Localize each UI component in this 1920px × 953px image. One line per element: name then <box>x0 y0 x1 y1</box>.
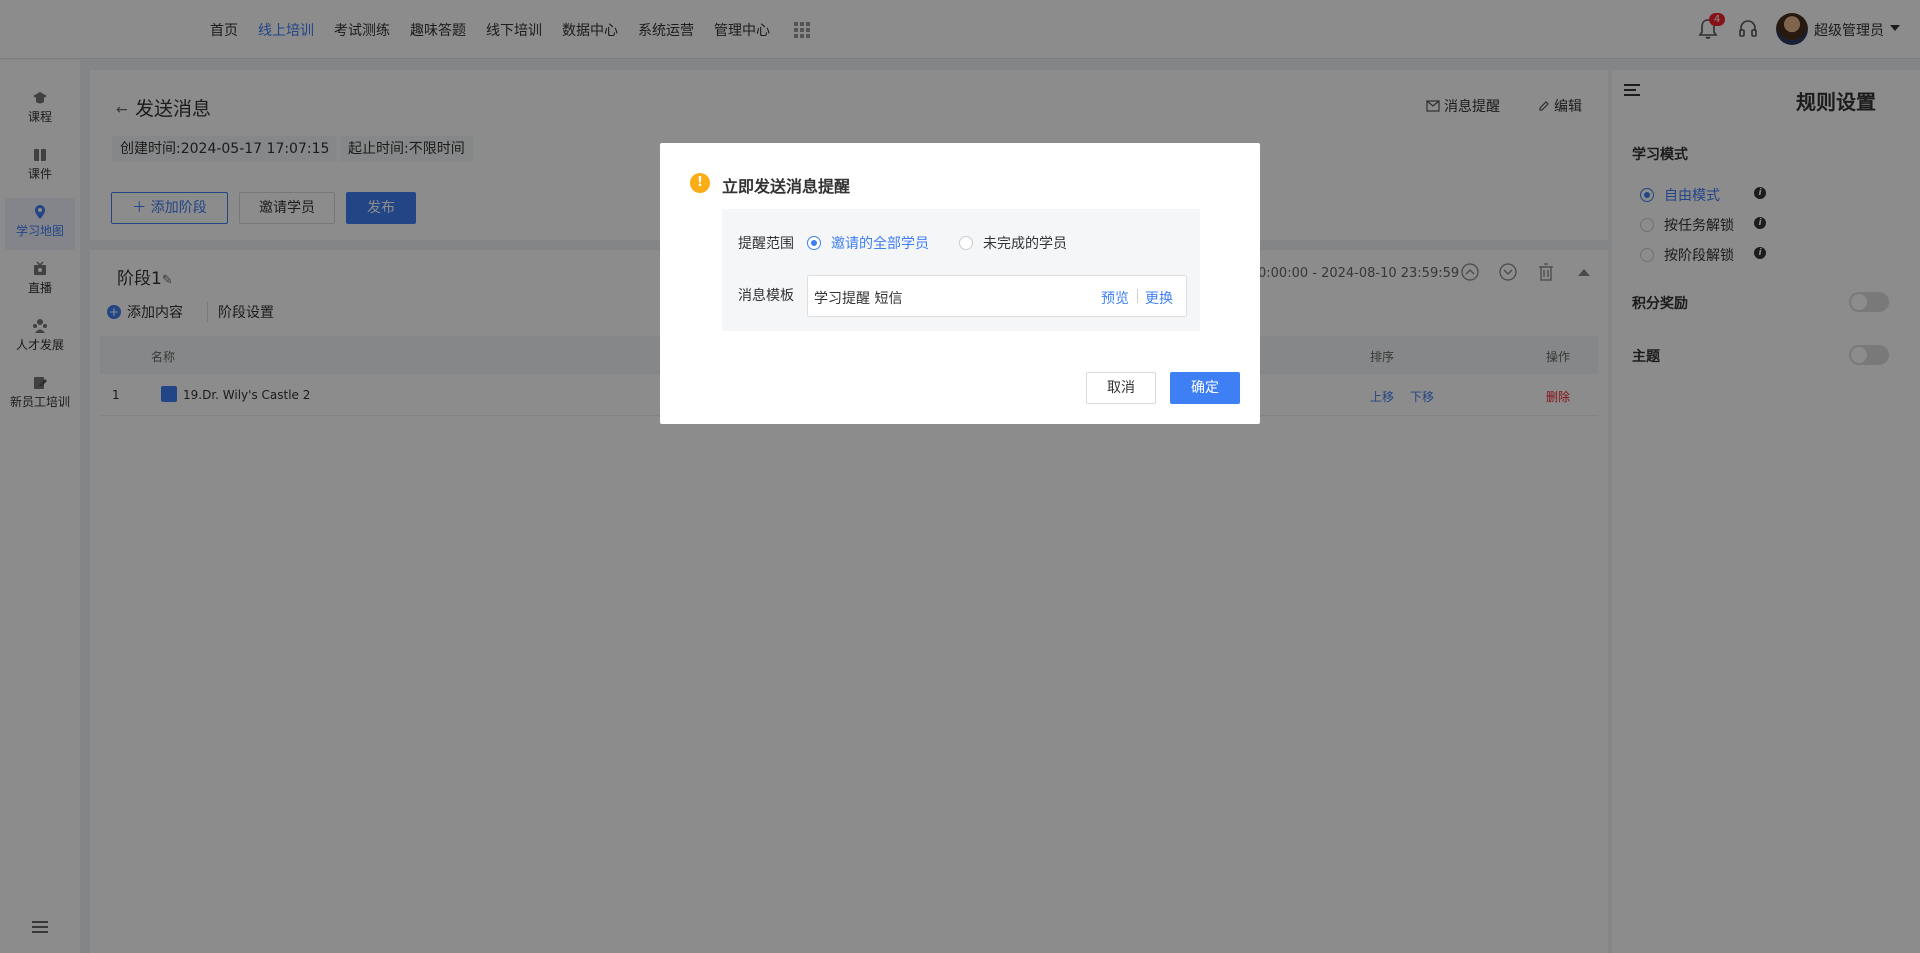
dialog-body: 提醒范围 邀请的全部学员 未完成的学员 消息模板 学习提醒 短信 预览 更换 <box>722 209 1200 331</box>
scope-all-radio[interactable]: 邀请的全部学员 <box>807 233 929 253</box>
radio-icon <box>807 236 821 250</box>
scope-all-label: 邀请的全部学员 <box>831 236 929 252</box>
preview-link[interactable]: 预览 <box>1101 288 1129 308</box>
change-link[interactable]: 更换 <box>1145 288 1173 308</box>
cancel-button[interactable]: 取消 <box>1086 372 1156 404</box>
scope-label: 提醒范围 <box>738 236 794 252</box>
dialog-title: 立即发送消息提醒 <box>722 177 851 196</box>
confirm-button[interactable]: 确定 <box>1170 372 1240 404</box>
warning-icon: ! <box>690 173 710 193</box>
radio-icon <box>959 236 973 250</box>
template-field: 学习提醒 短信 预览 更换 <box>807 275 1187 317</box>
divider <box>1137 289 1138 303</box>
template-label: 消息模板 <box>738 288 794 304</box>
scope-incomplete-label: 未完成的学员 <box>983 236 1067 252</box>
scope-incomplete-radio[interactable]: 未完成的学员 <box>959 233 1067 253</box>
template-value: 学习提醒 短信 <box>814 291 903 307</box>
send-reminder-dialog: ! 立即发送消息提醒 提醒范围 邀请的全部学员 未完成的学员 消息模板 学习提醒… <box>660 143 1260 424</box>
